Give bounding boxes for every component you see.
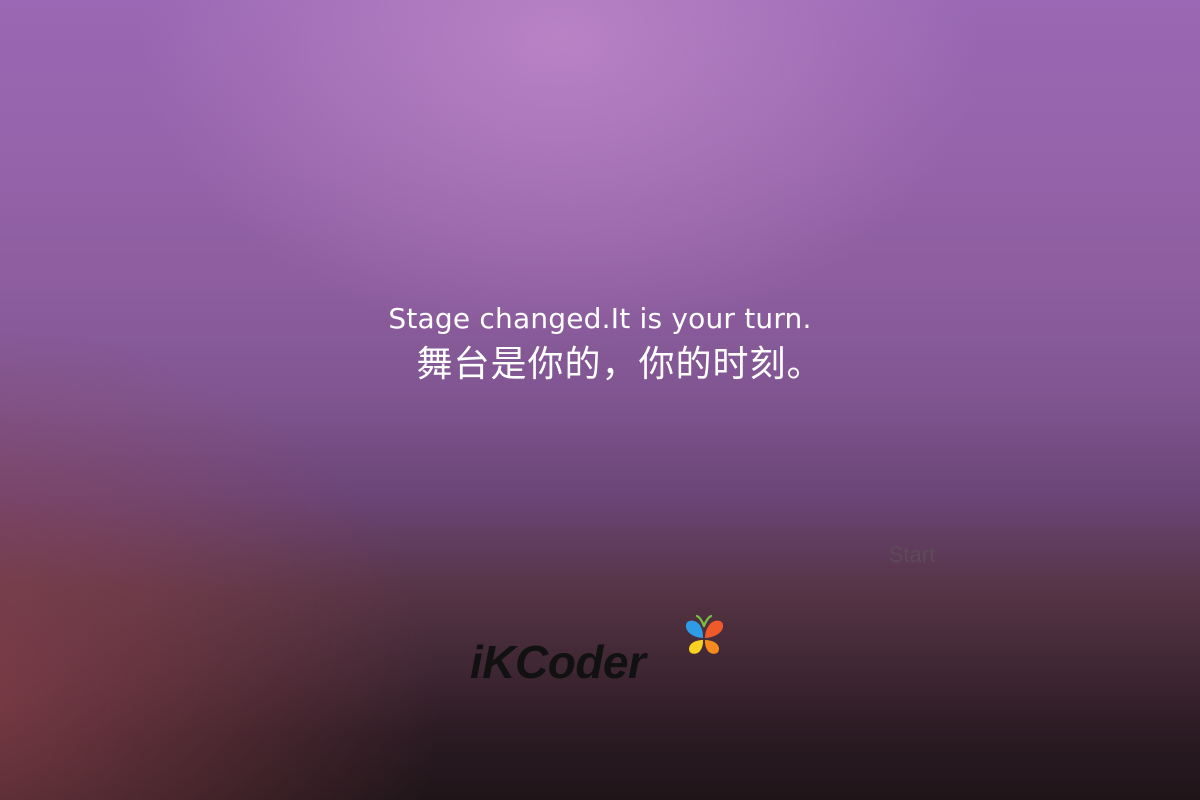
logo-wordmark: iKCoder <box>470 636 646 688</box>
ikcoder-logo: iKCoder <box>466 612 736 692</box>
stage-message-chinese: 舞台是你的，你的时刻。 <box>416 344 824 385</box>
butterfly-icon <box>685 614 724 654</box>
splash-screen: Stage changed.It is your turn. 舞台是你的，你的时… <box>0 0 1200 800</box>
start-button[interactable]: Start <box>872 538 952 572</box>
stage-message-english: Stage changed.It is your turn. <box>388 302 812 335</box>
